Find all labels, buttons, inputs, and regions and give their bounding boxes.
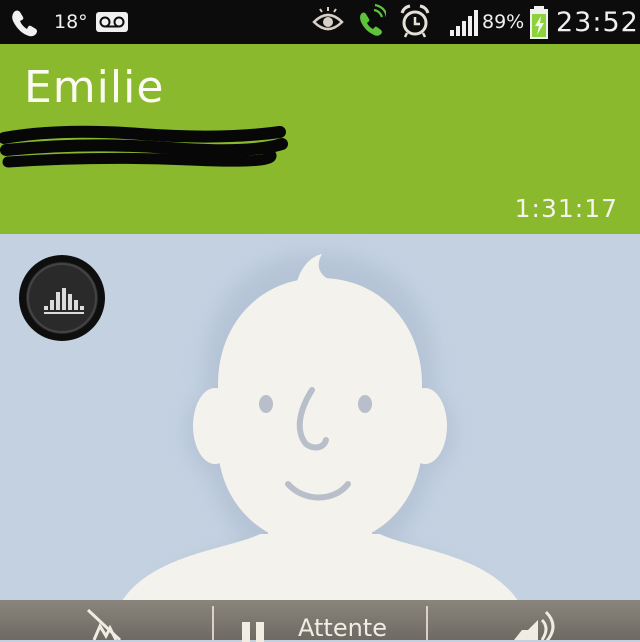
status-bar: 18° 89% 23:52 bbox=[0, 0, 640, 44]
battery-percent: 89% bbox=[482, 11, 525, 33]
call-action-bar: Attente bbox=[0, 600, 640, 642]
hold-button[interactable]: Attente bbox=[214, 600, 426, 642]
phone-call-icon bbox=[12, 10, 37, 37]
alarm-clock-icon bbox=[400, 4, 430, 38]
clock: 23:52 bbox=[556, 6, 639, 38]
voicemail-icon bbox=[96, 12, 128, 32]
speaker-icon[interactable] bbox=[508, 600, 558, 640]
hold-label: Attente bbox=[298, 614, 387, 642]
redaction-scribble bbox=[0, 125, 288, 168]
divider bbox=[426, 606, 428, 640]
caller-header: Emilie 1:31:17 bbox=[0, 44, 640, 234]
call-duration: 1:31:17 bbox=[514, 194, 618, 223]
signal-strength-icon bbox=[450, 10, 478, 36]
caller-name: Emilie bbox=[24, 62, 165, 113]
battery-charging-icon bbox=[530, 6, 548, 39]
mute-microphone-icon[interactable] bbox=[80, 600, 130, 640]
eye-icon bbox=[312, 7, 344, 31]
equalizer-button[interactable] bbox=[18, 254, 106, 342]
temperature: 18° bbox=[54, 11, 88, 33]
pause-icon bbox=[242, 622, 264, 642]
active-call-icon bbox=[360, 3, 386, 36]
